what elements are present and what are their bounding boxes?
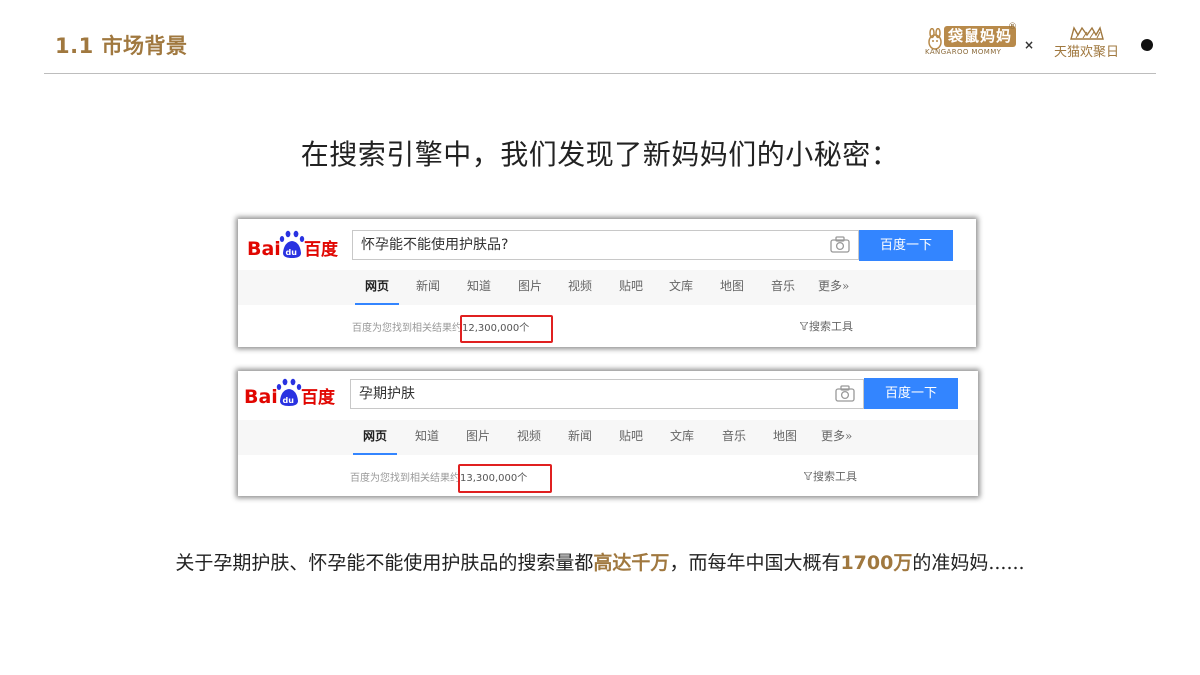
camera-icon[interactable] [835, 385, 855, 402]
search-tabs: 网页 知道 图片 视频 新闻 贴吧 文库 音乐 地图 更多» [238, 420, 978, 455]
svg-text:百度: 百度 [301, 387, 336, 408]
result-prefix: 百度为您找到相关结果约 [352, 323, 462, 334]
caption-emphasis-1: 高达千万 [593, 552, 670, 574]
caption-part-1: 关于孕期护肤、怀孕能不能使用护肤品的搜索量都 [175, 552, 594, 574]
kangaroo-mommy-english: KANGAROO MOMMY [925, 48, 1002, 56]
baidu-logo: Bai du 百度 [244, 378, 336, 408]
tmall-cat-icon [1070, 26, 1104, 40]
tab-images[interactable]: 图片 [466, 420, 490, 455]
registered-mark: ® [1008, 22, 1017, 32]
caption-part-3: 的准妈妈...... [912, 552, 1025, 574]
tab-more[interactable]: 更多» [818, 270, 849, 305]
search-tools-link[interactable]: 搜索工具 [800, 318, 853, 334]
tab-zhidao[interactable]: 知道 [467, 270, 491, 305]
tab-tieba[interactable]: 贴吧 [619, 270, 643, 305]
search-query-text: 怀孕能不能使用护肤品? [361, 237, 509, 253]
svg-text:Bai: Bai [247, 238, 281, 260]
tab-music[interactable]: 音乐 [722, 420, 746, 455]
tab-news[interactable]: 新闻 [568, 420, 592, 455]
caption-emphasis-2: 1700万 [840, 552, 913, 574]
tab-more[interactable]: 更多» [821, 420, 852, 455]
search-tools-link[interactable]: 搜索工具 [804, 468, 857, 484]
tab-map[interactable]: 地图 [773, 420, 797, 455]
search-tools-label: 搜索工具 [813, 470, 857, 483]
baidu-search-result-1: Bai du 百度 怀孕能不能使用护肤品? 百度一下 网页 新闻 知道 图片 视… [238, 219, 976, 347]
header-divider [44, 73, 1156, 74]
tab-wenku[interactable]: 文库 [669, 270, 693, 305]
search-tools-label: 搜索工具 [809, 320, 853, 333]
result-count-highlight [458, 464, 552, 493]
kangaroo-icon [928, 28, 942, 50]
tab-images[interactable]: 图片 [518, 270, 542, 305]
kangaroo-mommy-wordmark: 袋鼠妈妈 [944, 26, 1017, 47]
svg-text:Bai: Bai [244, 386, 278, 408]
caption-part-2: ，而每年中国大概有 [669, 552, 841, 574]
bullet-dot [1141, 39, 1153, 51]
search-button[interactable]: 百度一下 [859, 230, 953, 261]
filter-icon [804, 472, 812, 480]
tab-music[interactable]: 音乐 [771, 270, 795, 305]
search-input[interactable]: 怀孕能不能使用护肤品? [352, 230, 859, 260]
tab-wenku[interactable]: 文库 [670, 420, 694, 455]
tmall-event-logo: 天猫欢聚日 [1052, 24, 1124, 60]
brand-logos: 袋鼠妈妈 ® KANGAROO MOMMY × 天猫欢聚日 [922, 22, 1162, 64]
tab-web[interactable]: 网页 [354, 270, 400, 305]
result-prefix: 百度为您找到相关结果约 [350, 473, 460, 484]
tab-web[interactable]: 网页 [352, 420, 398, 455]
filter-icon [800, 322, 808, 330]
summary-caption: 关于孕期护肤、怀孕能不能使用护肤品的搜索量都高达千万，而每年中国大概有1700万… [0, 548, 1200, 575]
tab-video[interactable]: 视频 [568, 270, 592, 305]
search-query-text: 孕期护肤 [359, 386, 415, 402]
search-button[interactable]: 百度一下 [864, 378, 958, 409]
tab-video[interactable]: 视频 [517, 420, 541, 455]
svg-text:du: du [283, 396, 295, 405]
result-count-highlight [460, 315, 553, 343]
search-tabs: 网页 新闻 知道 图片 视频 贴吧 文库 地图 音乐 更多» [238, 270, 976, 305]
section-title: 1.1 市场背景 [55, 34, 188, 58]
camera-icon[interactable] [830, 236, 850, 253]
tab-news[interactable]: 新闻 [416, 270, 440, 305]
kangaroo-mommy-logo: 袋鼠妈妈 ® KANGAROO MOMMY [922, 22, 1018, 60]
page-headline: 在搜索引擎中，我们发现了新妈妈们的小秘密： [300, 138, 900, 171]
tab-tieba[interactable]: 贴吧 [619, 420, 643, 455]
tab-map[interactable]: 地图 [720, 270, 744, 305]
baidu-logo: Bai du 百度 [247, 230, 339, 260]
search-input[interactable]: 孕期护肤 [350, 379, 864, 409]
tab-zhidao[interactable]: 知道 [415, 420, 439, 455]
baidu-search-result-2: Bai du 百度 孕期护肤 百度一下 网页 知道 图片 视频 新闻 贴吧 文库… [238, 371, 978, 496]
svg-text:du: du [286, 248, 298, 257]
brand-separator: × [1024, 38, 1035, 52]
tmall-event-text: 天猫欢聚日 [1054, 45, 1120, 60]
svg-text:百度: 百度 [304, 239, 339, 260]
